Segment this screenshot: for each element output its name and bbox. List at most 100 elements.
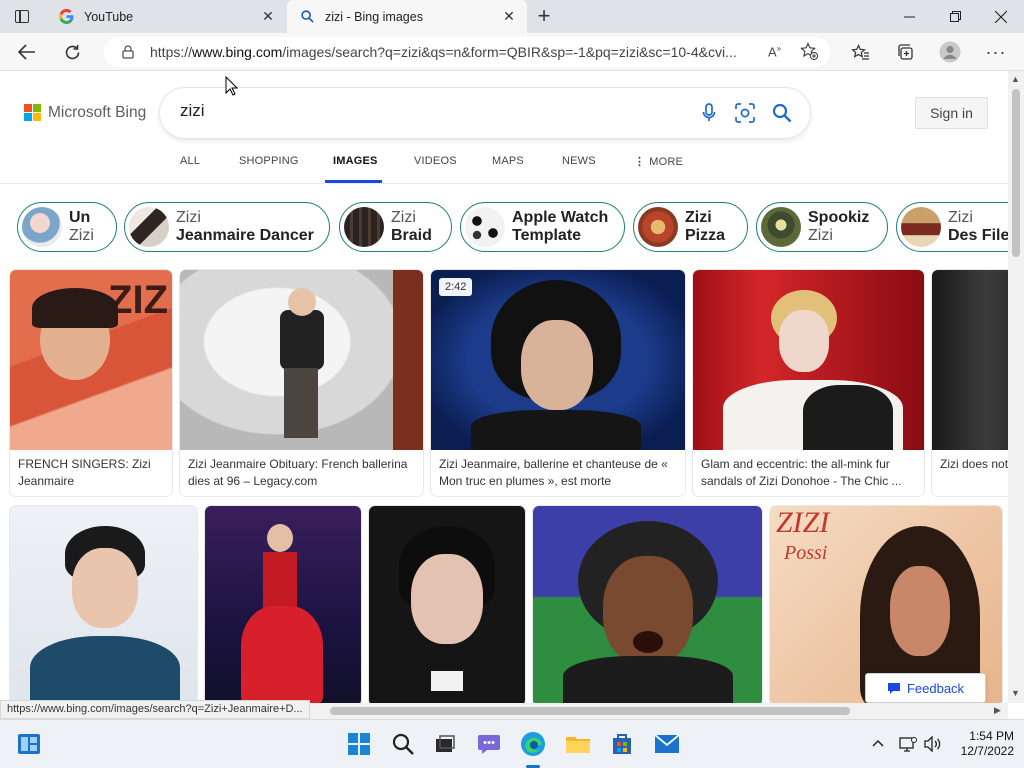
bing-page: Microsoft Bing Sign in ALL SHOPPING IMAG… — [0, 71, 1008, 703]
image-result-card[interactable]: Glam and eccentric: the all-mink fur san… — [693, 270, 924, 496]
related-pill-spookiz-zizi[interactable]: Spookiz Zizi — [756, 202, 888, 252]
profile-icon[interactable] — [938, 40, 962, 64]
favorites-icon[interactable] — [848, 40, 872, 64]
tab-title: YouTube — [84, 9, 134, 24]
image-result-card[interactable] — [533, 506, 762, 703]
image-result-card[interactable]: Zizi Jeanmaire Obituary: French ballerin… — [180, 270, 423, 496]
chevron-up-icon[interactable] — [872, 734, 884, 750]
lock-icon[interactable] — [118, 45, 138, 59]
result-image[interactable] — [180, 270, 423, 450]
read-aloud-icon[interactable]: A» — [768, 44, 781, 59]
result-image[interactable] — [10, 506, 197, 703]
volume-icon[interactable] — [924, 735, 942, 755]
result-caption[interactable]: FRENCH SINGERS: Zizi Jeanmaire — [18, 456, 164, 490]
close-icon[interactable]: ✕ — [260, 8, 276, 25]
close-window-icon[interactable] — [978, 0, 1024, 33]
result-image[interactable] — [932, 270, 1008, 450]
microsoft-logo-icon — [24, 104, 42, 122]
pill-text-line2: Des File — [948, 227, 1008, 244]
scroll-up-icon[interactable]: ▲ — [1011, 74, 1020, 84]
task-view-icon[interactable] — [432, 731, 458, 757]
close-icon[interactable]: ✕ — [501, 8, 517, 25]
result-image[interactable] — [431, 270, 685, 450]
result-image[interactable] — [205, 506, 361, 703]
network-icon[interactable] — [899, 736, 917, 755]
related-pill-zizi-des-file[interactable]: Zizi Des File — [896, 202, 1008, 252]
add-favorite-icon[interactable] — [800, 42, 819, 64]
tab-youtube[interactable]: YouTube ✕ — [46, 0, 286, 33]
image-result-card[interactable] — [10, 506, 197, 703]
image-result-card[interactable]: ZIZ FRENCH SINGERS: Zizi Jeanmaire — [10, 270, 172, 496]
result-caption[interactable]: Glam and eccentric: the all-mink fur san… — [701, 456, 916, 490]
vertical-scrollbar[interactable]: ▲ ▼ — [1008, 71, 1024, 703]
vertical-scroll-thumb[interactable] — [1012, 89, 1020, 257]
tab-news[interactable]: NEWS — [562, 155, 596, 167]
edge-icon[interactable] — [520, 731, 546, 757]
start-icon[interactable] — [346, 731, 372, 757]
visual-search-icon[interactable] — [734, 102, 756, 124]
related-pill-zizi-jeanmaire-dancer[interactable]: Zizi Jeanmaire Dancer — [124, 202, 330, 252]
video-duration-badge: 2:42 — [439, 278, 473, 296]
horizontal-scroll-thumb[interactable] — [330, 707, 850, 715]
microphone-icon[interactable] — [698, 102, 720, 124]
image-result-card[interactable] — [369, 506, 525, 703]
pill-thumbnail — [465, 207, 505, 247]
tab-bing-images[interactable]: zizi - Bing images ✕ — [287, 0, 527, 33]
microsoft-store-icon[interactable] — [609, 731, 635, 757]
result-caption[interactable]: Zizi does not — [940, 456, 1008, 473]
url-text[interactable]: https://www.bing.com/images/search?q=ziz… — [150, 44, 760, 60]
pill-text-line2: Jeanmaire Dancer — [176, 227, 314, 244]
related-pill-zizi-braid[interactable]: Zizi Braid — [339, 202, 452, 252]
mail-icon[interactable] — [654, 731, 680, 757]
image-result-card[interactable]: Zizi does not — [932, 270, 1008, 496]
widgets-icon[interactable] — [16, 731, 42, 757]
more-dots-icon: ⋮ — [634, 156, 646, 168]
tab-actions-icon[interactable] — [12, 7, 32, 27]
back-icon[interactable] — [15, 40, 39, 64]
sign-in-button[interactable]: Sign in — [915, 97, 988, 129]
related-pill-apple-watch-template[interactable]: Apple Watch Template — [460, 202, 625, 252]
pill-text-line1: Apple Watch — [512, 209, 609, 226]
search-input[interactable] — [180, 101, 660, 121]
result-image[interactable] — [369, 506, 525, 703]
feedback-button[interactable]: Feedback — [865, 673, 986, 703]
tab-all[interactable]: ALL — [180, 155, 200, 167]
system-clock[interactable]: 1:54 PM 12/7/2022 — [952, 729, 1014, 759]
restore-icon[interactable] — [932, 0, 978, 33]
related-pill-un-zizi[interactable]: Un Zizi — [17, 202, 117, 252]
scroll-right-icon[interactable]: ▶ — [994, 705, 1001, 716]
album-title-text: ZIZI — [776, 506, 830, 539]
teams-chat-icon[interactable] — [476, 731, 502, 757]
result-caption[interactable]: Zizi Jeanmaire Obituary: French ballerin… — [188, 456, 415, 490]
new-tab-icon[interactable]: + — [534, 3, 554, 28]
tab-shopping[interactable]: SHOPPING — [239, 155, 299, 167]
image-result-card[interactable]: 2:42 Zizi Jeanmaire, ballerine et chante… — [431, 270, 685, 496]
file-explorer-icon[interactable] — [565, 731, 591, 757]
refresh-icon[interactable] — [60, 40, 84, 64]
search-icon[interactable] — [390, 731, 416, 757]
tab-more[interactable]: ⋮ MORE — [634, 155, 683, 168]
result-caption[interactable]: Zizi Jeanmaire, ballerine et chanteuse d… — [439, 456, 677, 490]
tab-videos[interactable]: VIDEOS — [414, 155, 457, 167]
minimize-icon[interactable] — [886, 0, 932, 33]
search-box — [160, 88, 810, 138]
bing-logo[interactable]: Microsoft Bing — [24, 104, 146, 122]
tab-images[interactable]: IMAGES — [333, 155, 378, 167]
feedback-label: Feedback — [906, 680, 965, 696]
related-pill-zizi-pizza[interactable]: Zizi Pizza — [633, 202, 748, 252]
address-bar[interactable]: https://www.bing.com/images/search?q=ziz… — [104, 37, 830, 67]
more-options-icon[interactable]: ··· — [984, 40, 1008, 64]
pill-thumbnail — [761, 207, 801, 247]
pill-text-line2: Template — [512, 227, 582, 244]
scope-nav: ALL SHOPPING IMAGES VIDEOS MAPS NEWS ⋮ MO… — [0, 151, 1008, 184]
image-result-card[interactable] — [205, 506, 361, 703]
tab-maps[interactable]: MAPS — [492, 155, 524, 167]
collections-icon[interactable] — [893, 40, 917, 64]
result-image[interactable]: ZIZ — [10, 270, 172, 450]
pill-thumbnail — [344, 207, 384, 247]
status-bar-url: https://www.bing.com/images/search?q=Ziz… — [0, 700, 310, 719]
result-image[interactable] — [533, 506, 762, 703]
search-icon[interactable] — [771, 102, 793, 124]
scroll-down-icon[interactable]: ▼ — [1011, 688, 1020, 698]
result-image[interactable] — [693, 270, 924, 450]
